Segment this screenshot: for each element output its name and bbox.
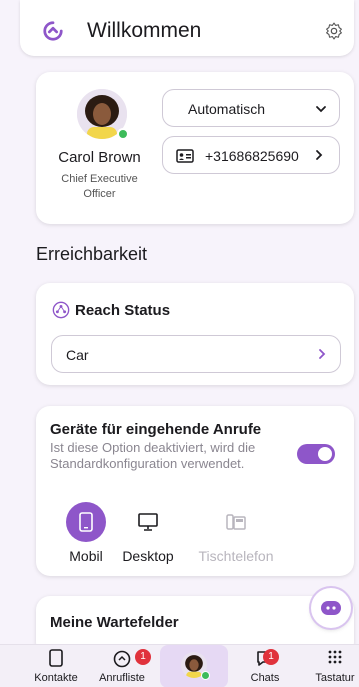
bottom-navigation: Kontakte 1 Anrufliste 1 Chats Tastatur xyxy=(0,644,359,687)
call-history-badge: 1 xyxy=(135,649,151,665)
online-status-dot xyxy=(117,128,129,140)
profile-name: Carol Brown xyxy=(58,149,141,166)
chevron-right-icon xyxy=(316,150,323,160)
devices-toggle[interactable] xyxy=(297,444,335,464)
nav-label: Kontakte xyxy=(34,672,78,684)
gear-icon[interactable] xyxy=(324,21,344,41)
incoming-devices-card: Geräte für eingehende Anrufe Ist diese O… xyxy=(36,406,354,576)
nav-call-history[interactable]: 1 Anrufliste xyxy=(88,645,156,687)
id-card-icon xyxy=(176,149,194,163)
nav-chats[interactable]: 1 Chats xyxy=(231,645,299,687)
reach-status-select[interactable]: Car xyxy=(51,335,341,373)
online-status-dot xyxy=(201,671,210,680)
chevron-right-icon xyxy=(319,349,326,359)
devices-description: Ist diese Option deaktiviert, wird die S… xyxy=(50,440,256,471)
phone-number: +31686825690 xyxy=(205,148,299,164)
devices-title: Geräte für eingehende Anrufe xyxy=(50,421,262,438)
device-option-desktop[interactable]: Desktop xyxy=(108,502,188,564)
brand-logo-icon[interactable] xyxy=(42,20,64,42)
profile-card: Carol Brown Chief Executive Officer Auto… xyxy=(36,72,354,224)
device-option-desk-phone[interactable]: Tischtelefon xyxy=(186,502,286,564)
nav-label: Anrufliste xyxy=(99,672,145,684)
dialpad-icon xyxy=(328,650,342,664)
mobile-phone-icon xyxy=(66,502,106,542)
nav-label: Chats xyxy=(250,672,280,684)
desktop-icon xyxy=(128,502,168,542)
contacts-icon xyxy=(49,649,63,667)
reach-status-title: Reach Status xyxy=(75,302,171,319)
nav-dialpad[interactable]: Tastatur xyxy=(301,645,359,687)
presence-status-value: Automatisch xyxy=(188,101,266,117)
chats-badge: 1 xyxy=(263,649,279,665)
section-title-reachability: Erreichbarkeit xyxy=(36,244,148,264)
chat-bubble-icon xyxy=(321,601,341,615)
page-title: Willkommen xyxy=(87,19,202,42)
outgoing-number-button[interactable]: +31686825690 xyxy=(162,136,340,174)
app-header: Willkommen xyxy=(20,0,354,56)
nav-profile[interactable] xyxy=(160,645,228,687)
chat-fab-button[interactable] xyxy=(311,588,351,628)
chevron-down-icon xyxy=(316,106,326,113)
device-option-label: Tischtelefon xyxy=(198,548,274,564)
toggle-knob xyxy=(318,447,332,461)
reach-status-card: Reach Status Car xyxy=(36,283,354,385)
device-option-label: Desktop xyxy=(122,548,174,564)
reach-status-icon xyxy=(52,301,70,319)
nav-contacts[interactable]: Kontakte xyxy=(22,645,90,687)
queues-title: Meine Wartefelder xyxy=(50,614,179,631)
presence-status-select[interactable]: Automatisch xyxy=(162,89,340,127)
nav-label: Tastatur xyxy=(315,672,355,684)
desk-phone-icon xyxy=(216,502,256,542)
reach-status-value: Car xyxy=(66,347,89,363)
profile-role: Chief Executive Officer xyxy=(61,173,138,200)
call-history-icon xyxy=(113,650,131,668)
